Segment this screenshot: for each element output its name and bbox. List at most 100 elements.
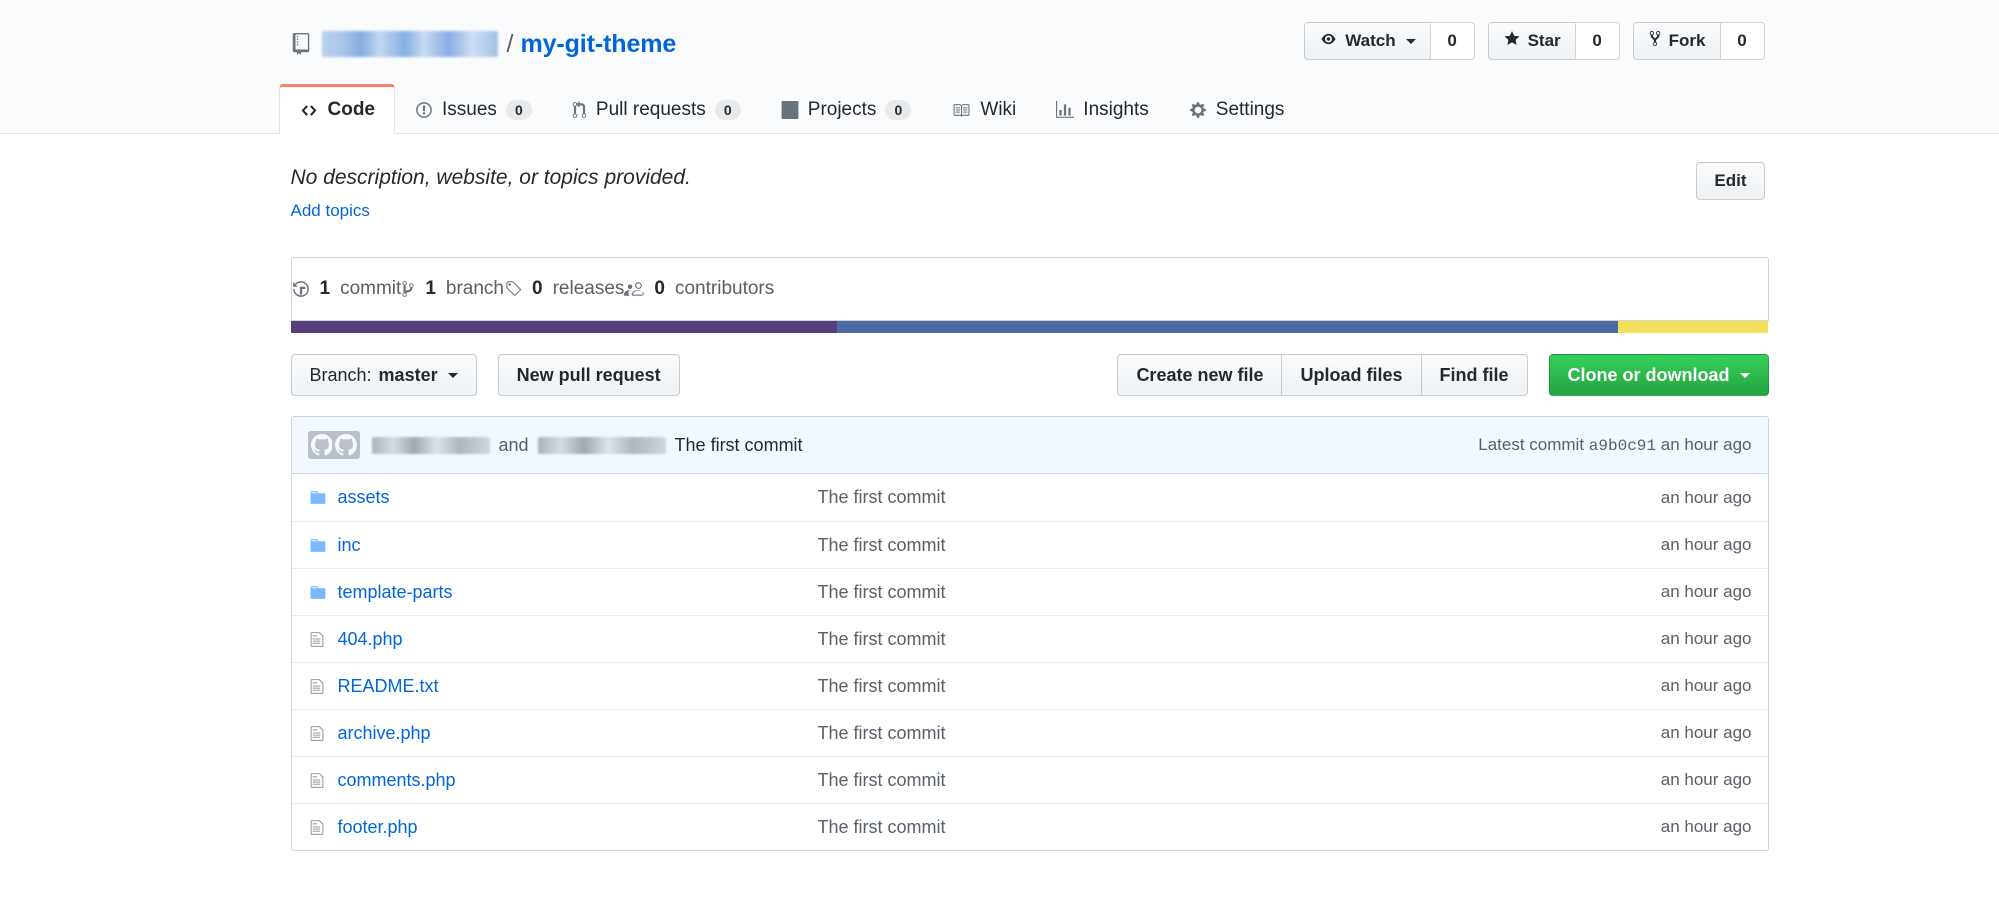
file-commit-message[interactable]: The first commit	[818, 629, 1542, 650]
branch-select-button[interactable]: Branch: master	[291, 354, 477, 396]
history-icon	[292, 280, 310, 298]
tab-wiki[interactable]: Wiki	[931, 84, 1036, 134]
repo-nav-tabs: Code Issues 0 Pull requests 0	[235, 84, 1765, 133]
file-commit-message[interactable]: The first commit	[818, 723, 1542, 744]
tab-settings[interactable]: Settings	[1169, 84, 1305, 134]
file-name-cell: archive.php	[338, 723, 818, 744]
gear-icon	[1189, 101, 1207, 119]
language-color-bar[interactable]	[291, 321, 1769, 333]
star-label: Star	[1528, 31, 1561, 51]
tag-icon	[504, 280, 522, 298]
file-commit-message[interactable]: The first commit	[818, 676, 1542, 697]
tab-issues-count: 0	[506, 100, 532, 121]
file-name-cell: comments.php	[338, 770, 818, 791]
repo-name-link[interactable]: my-git-theme	[520, 30, 676, 59]
folder-icon	[308, 489, 338, 506]
file-link[interactable]: 404.php	[338, 629, 403, 649]
file-commit-message[interactable]: The first commit	[818, 535, 1542, 556]
commit-message[interactable]: The first commit	[675, 435, 803, 456]
branch-prefix-label: Branch:	[310, 365, 372, 386]
file-link[interactable]: template-parts	[338, 582, 453, 602]
summary-contributors-label: contributors	[675, 278, 774, 300]
file-commit-age: an hour ago	[1542, 723, 1752, 743]
commit-sha[interactable]: a9b0c91	[1589, 437, 1656, 455]
summary-branches[interactable]: 1 branch	[401, 258, 504, 320]
file-icon	[308, 631, 338, 648]
file-commit-message[interactable]: The first commit	[818, 770, 1542, 791]
tab-projects-count: 0	[885, 100, 911, 121]
file-commit-message[interactable]: The first commit	[818, 817, 1542, 838]
summary-releases[interactable]: 0 releases	[504, 258, 624, 320]
star-button-group: Star 0	[1488, 22, 1620, 60]
tab-insights[interactable]: Insights	[1036, 84, 1168, 134]
file-link[interactable]: assets	[338, 487, 390, 507]
tab-settings-label: Settings	[1216, 99, 1285, 121]
summary-contributors[interactable]: 0 contributors	[624, 258, 774, 320]
commit-author-secondary-redacted[interactable]	[538, 437, 666, 454]
file-link[interactable]: comments.php	[338, 770, 456, 790]
watch-button-group: Watch 0	[1304, 22, 1474, 60]
watch-button[interactable]: Watch	[1304, 22, 1429, 60]
tab-wiki-label: Wiki	[980, 99, 1016, 121]
file-commit-age: an hour ago	[1542, 488, 1752, 508]
repo-book-icon	[291, 33, 311, 55]
file-commit-age: an hour ago	[1542, 535, 1752, 555]
upload-files-button[interactable]: Upload files	[1281, 354, 1420, 396]
fork-label: Fork	[1669, 31, 1706, 51]
language-segment-2[interactable]	[1618, 321, 1769, 333]
repo-content: No description, website, or topics provi…	[235, 134, 1765, 851]
star-button[interactable]: Star	[1488, 22, 1575, 60]
tab-code-label: Code	[328, 99, 376, 121]
summary-commits-count: 1	[320, 278, 331, 300]
repo-description-block: No description, website, or topics provi…	[235, 134, 1765, 221]
commit-author-conjunction: and	[499, 435, 529, 456]
commit-author-primary-redacted[interactable]	[372, 437, 490, 454]
file-name-cell: footer.php	[338, 817, 818, 838]
chevron-down-icon	[1740, 373, 1750, 378]
file-row: template-partsThe first commitan hour ag…	[292, 568, 1768, 615]
graph-icon	[1056, 101, 1074, 119]
latest-commit-meta: Latest commit a9b0c91 an hour ago	[1478, 435, 1751, 455]
add-topics-link[interactable]: Add topics	[291, 201, 370, 221]
file-name-cell: template-parts	[338, 582, 818, 603]
create-new-file-button[interactable]: Create new file	[1117, 354, 1281, 396]
file-commit-message[interactable]: The first commit	[818, 487, 1542, 508]
new-pull-request-button[interactable]: New pull request	[498, 354, 680, 396]
file-commit-message[interactable]: The first commit	[818, 582, 1542, 603]
language-segment-1[interactable]	[837, 321, 1617, 333]
file-row: inc The first commitan hour ago	[292, 521, 1768, 568]
clone-or-download-button[interactable]: Clone or download	[1549, 354, 1769, 396]
file-name-cell: inc	[338, 535, 818, 556]
file-link[interactable]: README.txt	[338, 676, 439, 696]
repo-header-container: / my-git-theme Watch 0	[235, 22, 1765, 133]
tab-projects-label: Projects	[808, 99, 877, 121]
watch-count[interactable]: 0	[1430, 22, 1475, 60]
people-icon	[624, 280, 644, 298]
edit-description-button[interactable]: Edit	[1696, 162, 1764, 200]
tab-issues[interactable]: Issues 0	[395, 84, 552, 134]
repo-summary-list: 1 commit 1 branch 0 releases	[292, 258, 1768, 320]
tab-code[interactable]: Code	[279, 84, 396, 134]
fork-button[interactable]: Fork	[1633, 22, 1720, 60]
star-count[interactable]: 0	[1575, 22, 1620, 60]
fork-count[interactable]: 0	[1720, 22, 1765, 60]
tab-projects[interactable]: Projects 0	[761, 84, 932, 134]
star-icon	[1503, 30, 1521, 52]
latest-commit-label: Latest commit	[1478, 435, 1584, 454]
language-segment-0[interactable]	[291, 321, 838, 333]
chevron-down-icon	[1406, 39, 1416, 44]
tab-pull-requests[interactable]: Pull requests 0	[552, 84, 761, 134]
eye-icon	[1319, 31, 1338, 51]
branch-name-label: master	[379, 365, 438, 386]
avatar[interactable]	[332, 431, 360, 459]
file-link[interactable]: inc	[338, 535, 361, 555]
file-link[interactable]: archive.php	[338, 723, 431, 743]
find-file-button[interactable]: Find file	[1421, 354, 1528, 396]
repo-owner-redacted[interactable]	[322, 31, 498, 57]
fork-button-group: Fork 0	[1633, 22, 1765, 60]
file-icon	[308, 725, 338, 742]
latest-commit-bar: and The first commit Latest commit a9b0c…	[292, 417, 1768, 474]
file-link[interactable]: footer.php	[338, 817, 418, 837]
file-row: archive.php The first commitan hour ago	[292, 709, 1768, 756]
summary-commits[interactable]: 1 commit	[292, 258, 402, 320]
